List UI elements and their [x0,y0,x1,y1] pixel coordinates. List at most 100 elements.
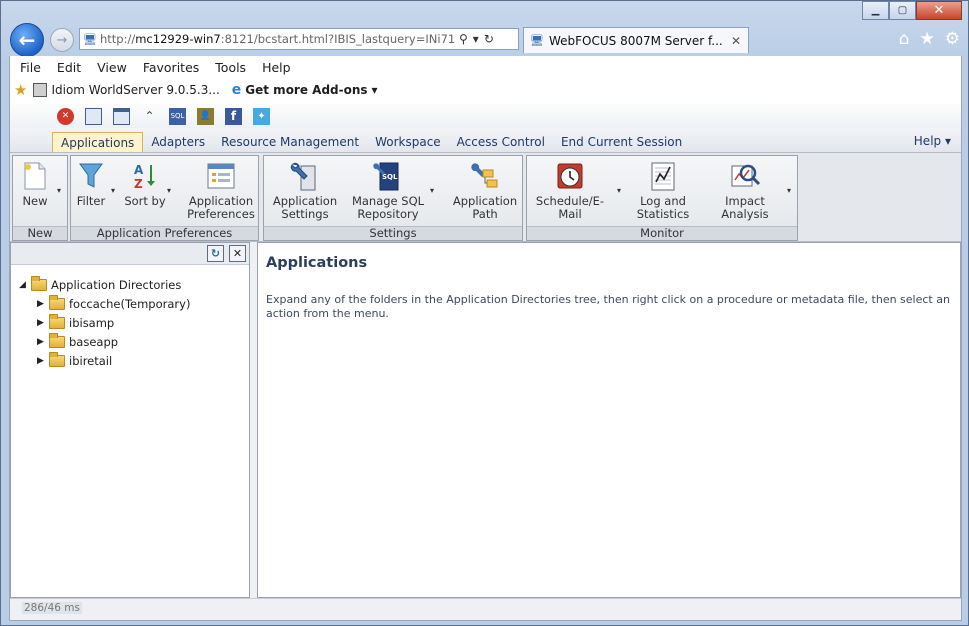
ribbon-tabs: Applications Adapters Resource Managemen… [10,128,961,152]
forward-arrow-icon: → [56,32,68,48]
favorites-star-icon[interactable]: ★ [920,29,935,49]
tree-root-row[interactable]: ◢ Application Directories [19,275,190,294]
favorites-bar: ★ Idiom WorldServer 9.0.5.3... e Get mor… [10,78,961,102]
pane-splitter[interactable] [250,242,257,598]
manage-sql-repository-button[interactable]: SQL Manage SQL Repository [350,160,426,221]
user-icon[interactable]: 👤 [197,107,214,125]
search-icon[interactable]: ⚲ [459,32,468,46]
single-pane-icon[interactable] [85,107,102,125]
svg-text:A: A [134,163,144,177]
favorites-star-add-icon[interactable]: ★ [14,81,27,99]
chevron-down-icon[interactable]: ▾ [57,186,61,195]
menu-bar: File Edit View Favorites Tools Help [10,56,961,78]
log-and-statistics-button[interactable]: Log and Statistics [631,160,695,221]
chevron-down-icon[interactable]: ▾ [617,186,621,195]
menu-help[interactable]: Help [254,60,299,75]
get-more-addons[interactable]: e Get more Add-ons ▾ [232,82,378,98]
window-controls: ▁ ▢ ✕ [862,1,962,20]
log-chart-icon [647,160,679,192]
collapsed-arrow-icon[interactable]: ▶ [37,337,49,347]
refresh-icon[interactable]: ↻ [484,32,494,46]
address-text[interactable]: http://mc12929-win7:8121/bcstart.html?IB… [100,32,455,46]
status-bar: 286/46 ms [10,598,961,620]
clock-calendar-icon [554,160,586,192]
tab-applications[interactable]: Applications [52,132,144,152]
close-window-button[interactable]: ✕ [916,1,962,20]
filter-button[interactable]: Filter [75,160,107,208]
tab-adapters[interactable]: Adapters [143,132,213,152]
chevron-down-icon[interactable]: ▾ [167,186,171,195]
chevron-down-icon[interactable]: ▾ [787,186,791,195]
tree-node-foccache[interactable]: ▶ foccache(Temporary) [19,294,190,313]
application-tree-pane: ↻ ✕ ◢ Application Directories ▶ foccache… [10,242,250,598]
ribbon: New ▾ New Filter ▾ AZ Sort by ▾ Applicat… [10,152,961,242]
folder-open-icon [31,275,47,291]
sql-repository-icon: SQL [372,160,404,192]
magnifier-chart-icon [729,160,761,192]
application-path-button[interactable]: Application Path [450,160,520,221]
back-button[interactable]: ← [10,23,44,57]
back-arrow-icon: ← [18,28,36,52]
collapsed-arrow-icon[interactable]: ▶ [37,318,49,328]
sort-by-button[interactable]: AZ Sort by [123,160,167,208]
twitter-icon[interactable]: ✦ [253,107,270,125]
browser-tab[interactable]: 🖥 WebFOCUS 8007M Server f... ✕ [523,27,749,53]
collapsed-arrow-icon[interactable]: ▶ [37,356,49,366]
tree-node-ibisamp[interactable]: ▶ ibisamp [19,313,190,332]
tab-access-control[interactable]: Access Control [449,132,553,152]
menu-edit[interactable]: Edit [49,60,89,75]
gear-icon[interactable]: ⚙ [945,29,960,49]
tab-close-icon[interactable]: ✕ [731,34,741,48]
tab-title: WebFOCUS 8007M Server f... [548,33,723,48]
sql-icon[interactable]: SQL [169,107,186,125]
folder-icon [49,351,65,367]
tree-node-ibiretail[interactable]: ▶ ibiretail [19,351,190,370]
page-title: Applications [266,255,368,271]
menu-view[interactable]: View [89,60,135,75]
minimize-button[interactable]: ▁ [862,1,889,20]
tab-resource-management[interactable]: Resource Management [213,132,367,152]
schedule-email-button[interactable]: Schedule/E-Mail [529,160,611,221]
chevron-down-icon[interactable]: ▾ [430,186,434,195]
bookmark-icon [33,83,48,97]
instructions-text: Expand any of the folders in the Applica… [266,293,950,320]
collapse-icon[interactable]: ⌃ [141,108,158,125]
expanded-arrow-icon[interactable]: ◢ [19,280,31,290]
application-preferences-button[interactable]: Application Preferences [185,160,257,221]
quick-toolbar: ✕ ⌃ SQL 👤 f ✦ [10,104,961,128]
facebook-icon[interactable]: f [225,107,242,125]
split-pane-icon[interactable] [113,107,130,125]
new-button[interactable]: New [15,160,55,208]
browser-window: ▁ ▢ ✕ ← → 🖥 http://mc12929-win7:8121/bcs… [0,0,969,626]
sort-az-icon: AZ [129,160,161,192]
chevron-down-icon[interactable]: ▾ [111,186,115,195]
menu-favorites[interactable]: Favorites [135,60,207,75]
preferences-window-icon [205,160,237,192]
collapsed-arrow-icon[interactable]: ▶ [37,299,49,309]
address-bar[interactable]: 🖥 http://mc12929-win7:8121/bcstart.html?… [79,28,519,50]
maximize-button[interactable]: ▢ [889,1,916,20]
refresh-tree-icon[interactable]: ↻ [207,245,224,262]
menu-file[interactable]: File [12,60,49,75]
dropdown-arrow-icon[interactable]: ▾ [473,32,479,46]
home-icon[interactable]: ⌂ [899,29,910,49]
tab-favicon: 🖥 [530,34,544,47]
stop-icon[interactable]: ✕ [57,107,74,125]
close-pane-icon[interactable]: ✕ [229,245,246,262]
navigation-bar: ← → 🖥 http://mc12929-win7:8121/bcstart.h… [9,23,964,57]
svg-text:SQL: SQL [382,173,398,181]
folder-icon [49,294,65,310]
browser-chrome: File Edit View Favorites Tools Help ★ Id… [9,56,962,104]
ie-logo-icon: e [231,82,242,98]
tab-workspace[interactable]: Workspace [367,132,449,152]
main-pane: Applications Expand any of the folders i… [257,242,961,598]
help-menu[interactable]: Help ▾ [914,134,951,148]
menu-tools[interactable]: Tools [207,60,254,75]
tree-node-baseapp[interactable]: ▶ baseapp [19,332,190,351]
favorite-idiom-worldserver[interactable]: Idiom WorldServer 9.0.5.3... [33,83,220,97]
forward-button[interactable]: → [50,28,74,52]
tab-end-current-session[interactable]: End Current Session [553,132,690,152]
chevron-down-icon: ▾ [944,134,951,148]
impact-analysis-button[interactable]: Impact Analysis [705,160,785,221]
application-settings-button[interactable]: Application Settings [270,160,340,221]
